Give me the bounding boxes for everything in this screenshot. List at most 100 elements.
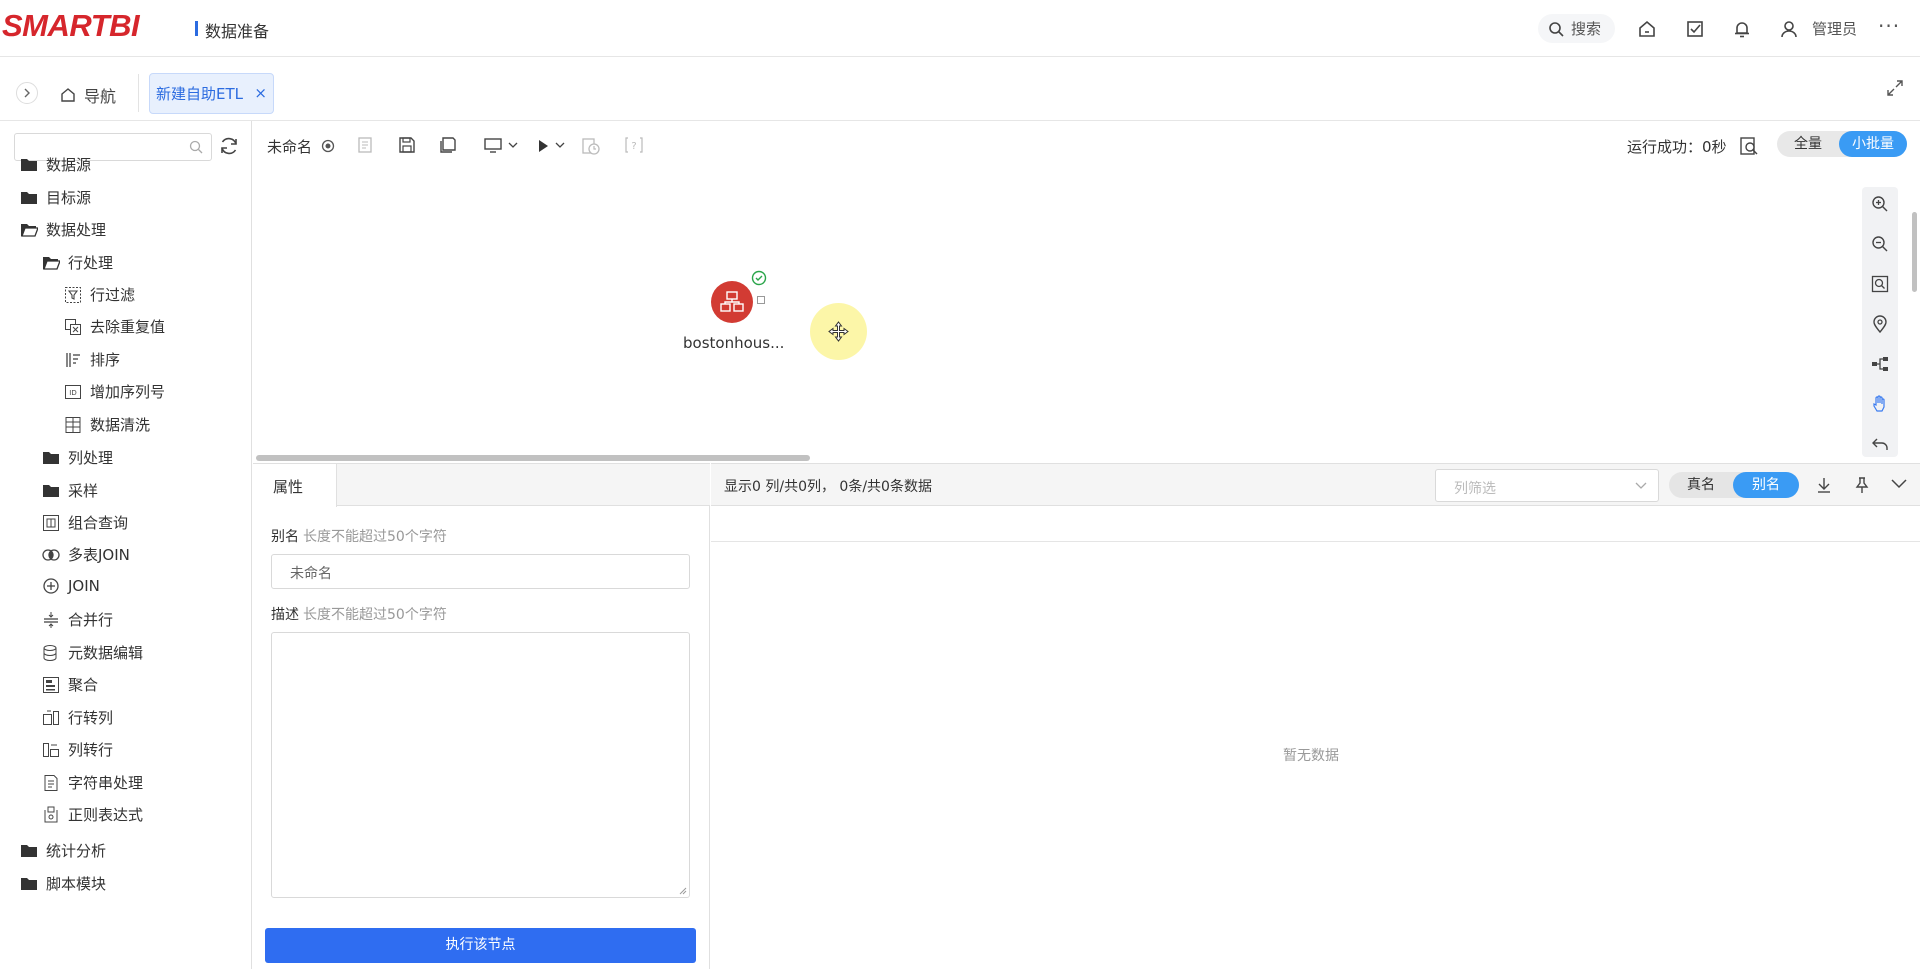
more-menu-button[interactable]: ··· [1878,14,1900,38]
folder-icon [21,877,37,890]
tree-item-label: 列转行 [68,741,114,759]
properties-icon[interactable] [356,136,374,154]
tree-item[interactable]: 脚本模块 [20,873,106,894]
description-label-row: 描述 长度不能超过50个字符 [271,604,447,624]
fit-view-icon[interactable] [1871,275,1889,293]
bell-icon[interactable] [1732,19,1752,39]
tree-item[interactable]: 列处理 [42,447,113,468]
alias-name-option[interactable]: 别名 [1733,472,1799,498]
tree-item[interactable]: 数据源 [20,154,91,175]
alias-input[interactable]: 未命名 [271,554,690,589]
save-icon[interactable] [398,136,416,154]
tree-item[interactable]: 多表JOIN [42,544,130,565]
smartbi-logo[interactable]: SMARTBI [2,8,140,44]
close-tab-icon[interactable]: × [254,84,267,102]
tree-item-label: 组合查询 [68,514,129,532]
tree-item[interactable]: 元数据编辑 [42,642,143,663]
tree-item[interactable]: 聚合 [42,674,98,695]
folder-icon [43,451,59,464]
download-icon[interactable] [1816,476,1832,494]
expand-sidebar-button[interactable] [16,82,38,104]
chevron-right-icon [24,88,30,98]
tree-item[interactable]: 字符串处理 [42,772,143,793]
pin-icon[interactable] [1854,476,1870,494]
canvas-vertical-scrollbar[interactable] [1912,212,1917,292]
tree-item[interactable]: 行过滤 [64,284,135,305]
locate-icon[interactable] [1871,315,1889,333]
mode-full-option[interactable]: 全量 [1777,131,1839,157]
tree-item[interactable]: 排序 [64,349,120,370]
layout-tree-icon[interactable] [1871,355,1889,373]
schedule-icon[interactable] [581,136,601,156]
folder-icon [43,484,59,497]
etl-canvas[interactable]: 未命名 ? 运行成功：0秒 全量 小批量 [253,121,1920,463]
user-icon[interactable] [1779,19,1799,39]
tab-new-etl[interactable]: 新建自助ETL × [149,73,274,114]
svg-text:?: ? [631,141,636,152]
database-icon [43,644,57,661]
etl-name[interactable]: 未命名 [267,136,312,157]
tree-item[interactable]: 数据处理 [20,219,106,240]
run-status: 运行成功：0秒 [1627,138,1727,156]
description-textarea[interactable] [271,632,690,898]
refresh-icon[interactable] [218,135,240,157]
tree-item[interactable]: 采样 [42,480,98,501]
search-icon [1549,21,1564,37]
tree-item[interactable]: 目标源 [20,187,91,208]
fullscreen-icon[interactable] [1886,79,1904,97]
monitor-icon[interactable] [483,136,503,154]
move-cursor-icon [828,321,849,342]
execute-node-button[interactable]: 执行该节点 [265,928,696,963]
collapse-panel-icon[interactable] [1890,478,1908,490]
hand-pan-icon[interactable] [1871,395,1889,413]
radio-target-icon[interactable] [321,139,335,153]
tree-item[interactable]: 数据清洗 [64,414,150,435]
chevron-down-icon[interactable] [508,142,518,150]
alias-label-row: 别名 长度不能超过50个字符 [271,526,447,546]
tab-properties[interactable]: 属性 [253,464,337,507]
properties-tabbar: 属性 [253,464,710,507]
run-mode-toggle[interactable]: 全量 小批量 [1777,131,1907,157]
column-filter-select[interactable]: 列筛选 [1435,469,1659,502]
tree-item[interactable]: 行处理 [42,252,113,273]
global-search-button[interactable]: 搜索 [1538,14,1615,43]
tree-item[interactable]: 去除重复值 [64,316,165,337]
preview-summary: 显示0 列/共0列， 0条/共0条数据 [724,479,932,495]
mode-small-batch-option[interactable]: 小批量 [1839,131,1907,157]
user-name[interactable]: 管理员 [1812,18,1857,39]
zoom-out-icon[interactable] [1871,235,1889,253]
tree-item[interactable]: 合并行 [42,609,113,630]
home-icon[interactable] [1637,19,1657,39]
resize-handle-icon[interactable] [679,887,687,895]
tree-item-label: 数据源 [46,156,92,174]
help-icon[interactable]: ? [625,136,643,154]
tree-item-label: 统计分析 [46,842,107,860]
tab-label: 新建自助ETL [156,85,243,103]
tree-item[interactable]: 行转列 [42,707,113,728]
run-log-icon[interactable] [1739,136,1759,156]
zoom-in-icon[interactable] [1871,195,1889,213]
undo-icon[interactable] [1871,435,1889,453]
search-label: 搜索 [1571,20,1602,38]
task-check-icon[interactable] [1685,19,1705,39]
title-divider [195,21,198,36]
tree-item[interactable]: JOIN [42,577,100,595]
preview-table-header [711,541,1920,542]
name-mode-toggle[interactable]: 真名 别名 [1669,472,1799,498]
tree-item[interactable]: 列转行 [42,739,113,760]
datasource-node[interactable] [711,281,753,323]
real-name-option[interactable]: 真名 [1669,472,1733,498]
tree-item-label: 多表JOIN [68,546,130,564]
tree-item[interactable]: ID 增加序列号 [64,381,165,402]
tree-item[interactable]: 统计分析 [20,840,106,861]
canvas-horizontal-scrollbar[interactable] [256,455,810,461]
node-output-port[interactable] [757,296,765,304]
navigation-tab[interactable]: 导航 [60,83,116,107]
tree-item-label: 采样 [68,482,99,500]
chevron-down-icon[interactable] [555,142,565,150]
run-icon[interactable] [537,139,549,153]
document-icon [44,774,58,791]
save-as-icon[interactable] [439,136,457,154]
tree-item[interactable]: 组合查询 [42,512,128,533]
tree-item[interactable]: 正则表达式 [42,804,143,825]
